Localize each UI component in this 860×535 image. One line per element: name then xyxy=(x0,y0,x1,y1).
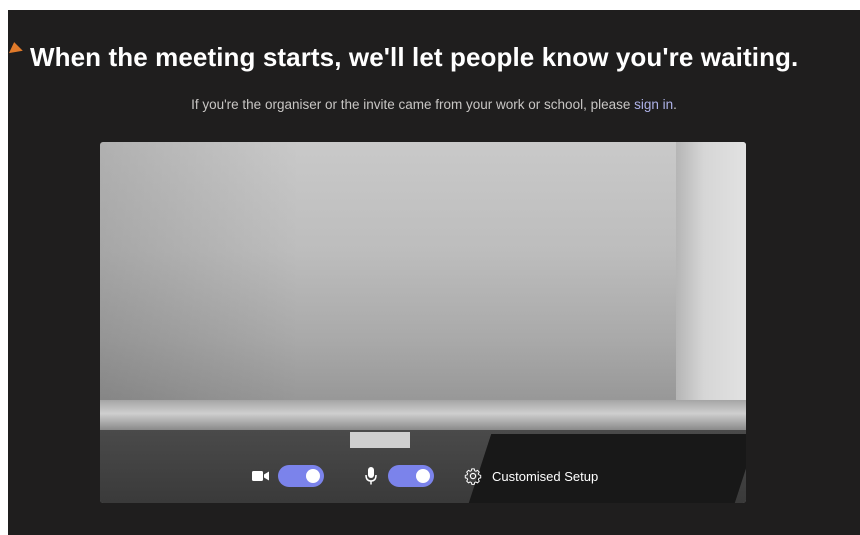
video-camera-icon xyxy=(250,465,272,487)
customised-setup-label: Customised Setup xyxy=(492,468,599,484)
gear-icon xyxy=(462,465,484,487)
device-controls: Customised Setup xyxy=(250,462,598,490)
microphone-toggle[interactable] xyxy=(388,465,434,487)
microphone-icon xyxy=(360,465,382,487)
camera-toggle[interactable] xyxy=(278,465,324,487)
camera-preview: Customised Setup xyxy=(100,142,746,503)
pre-join-window: When the meeting starts, we'll let peopl… xyxy=(8,10,860,535)
orange-marker-icon xyxy=(8,40,23,54)
page-title: When the meeting starts, we'll let peopl… xyxy=(30,42,799,72)
customised-setup-button[interactable]: Customised Setup xyxy=(462,465,598,487)
sign-in-prompt: If you're the organiser or the invite ca… xyxy=(8,97,860,112)
sign-in-prompt-text: If you're the organiser or the invite ca… xyxy=(191,97,635,112)
sign-in-prompt-end: . xyxy=(673,97,677,112)
sign-in-link[interactable]: sign in xyxy=(634,97,673,112)
